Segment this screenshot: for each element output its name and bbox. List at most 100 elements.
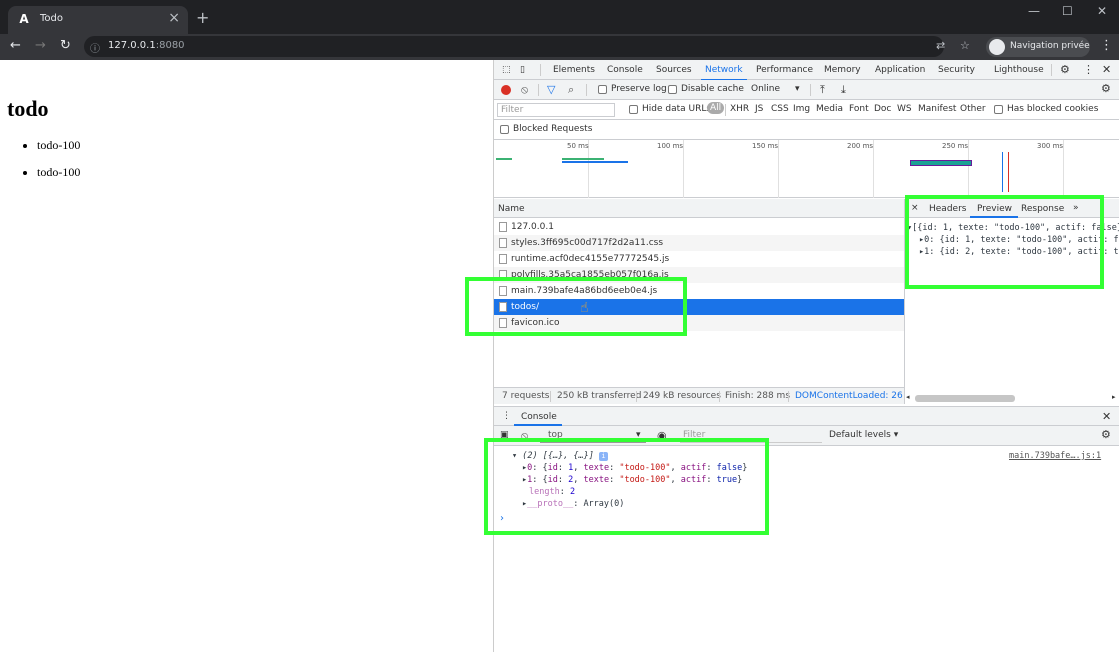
name-column-header[interactable]: Name bbox=[498, 204, 525, 214]
status-transferred: 250 kB transferred bbox=[557, 391, 642, 401]
tab-application[interactable]: Application bbox=[875, 65, 925, 75]
incognito-icon bbox=[989, 39, 1005, 55]
close-drawer-icon[interactable]: ✕ bbox=[1102, 410, 1111, 423]
scroll-left-icon[interactable]: ◂ bbox=[906, 393, 910, 401]
devtools-menu-icon[interactable]: ⋮ bbox=[1083, 63, 1094, 76]
devtools-tabbar: ⬚ ▯ Elements Console Sources Network Per… bbox=[494, 60, 1119, 81]
url-text[interactable]: 127.0.0.1:8080 bbox=[108, 40, 185, 51]
timeline-tick: 200 ms bbox=[847, 142, 874, 150]
filter-type-xhr[interactable]: XHR bbox=[730, 104, 749, 114]
network-status-bar: 7 requests 250 kB transferred 249 kB res… bbox=[494, 387, 904, 404]
tab-security[interactable]: Security bbox=[938, 65, 975, 75]
horizontal-scrollbar[interactable] bbox=[915, 395, 1015, 402]
filter-type-js[interactable]: JS bbox=[755, 104, 763, 114]
source-link[interactable]: main.739bafe….js:1 bbox=[1009, 451, 1101, 461]
status-finish: Finish: 288 ms bbox=[725, 391, 791, 401]
info-icon[interactable]: ⓘ bbox=[90, 40, 102, 55]
log-levels-select[interactable]: Default levels ▾ bbox=[829, 430, 898, 440]
tab-performance[interactable]: Performance bbox=[756, 65, 813, 75]
drawer-tab-console[interactable]: Console bbox=[521, 412, 557, 422]
blocked-requests-bar: Blocked Requests bbox=[494, 120, 1119, 140]
filter-funnel-icon[interactable]: ▽ bbox=[547, 83, 555, 96]
timeline-tick: 300 ms bbox=[1037, 142, 1064, 150]
status-requests: 7 requests bbox=[502, 391, 550, 401]
network-settings-icon[interactable]: ⚙ bbox=[1101, 82, 1111, 95]
inspect-icon[interactable]: ⬚ bbox=[502, 65, 511, 75]
filter-type-font[interactable]: Font bbox=[849, 104, 869, 114]
tab-lighthouse[interactable]: Lighthouse bbox=[994, 65, 1044, 75]
tab-sources[interactable]: Sources bbox=[656, 65, 692, 75]
throttle-select[interactable]: Online bbox=[751, 84, 780, 94]
network-overview-timeline[interactable]: 50 ms 100 ms 150 ms 200 ms 250 ms 300 ms bbox=[494, 140, 1119, 198]
incognito-badge[interactable]: Navigation privée bbox=[986, 37, 1090, 57]
incognito-label: Navigation privée bbox=[1010, 41, 1090, 51]
throttle-chevron-icon[interactable]: ▾ bbox=[795, 84, 800, 94]
hide-data-urls-checkbox[interactable] bbox=[629, 105, 638, 114]
filter-type-img[interactable]: Img bbox=[793, 104, 810, 114]
browser-menu-icon[interactable]: ⋮ bbox=[1100, 38, 1113, 53]
request-row[interactable]: 127.0.0.1 bbox=[494, 219, 904, 235]
todo-item: todo-100 bbox=[37, 165, 80, 180]
tab-elements[interactable]: Elements bbox=[553, 65, 595, 75]
new-tab-button[interactable]: + bbox=[196, 8, 209, 27]
angular-favicon-icon: A bbox=[19, 12, 29, 26]
document-icon bbox=[499, 238, 507, 248]
document-icon bbox=[499, 222, 507, 232]
minimize-icon[interactable]: — bbox=[1028, 4, 1040, 18]
record-icon[interactable] bbox=[501, 85, 511, 95]
tab-title: Todo bbox=[40, 13, 63, 24]
timeline-tick: 250 ms bbox=[942, 142, 969, 150]
todo-list: todo-100 todo-100 bbox=[37, 138, 80, 192]
filter-type-media[interactable]: Media bbox=[816, 104, 843, 114]
hide-data-urls-label: Hide data URLs bbox=[642, 104, 712, 114]
todo-item: todo-100 bbox=[37, 138, 80, 153]
import-har-icon[interactable]: ⤒ bbox=[820, 83, 825, 97]
filter-type-all[interactable]: All bbox=[707, 102, 725, 114]
console-settings-icon[interactable]: ⚙ bbox=[1101, 428, 1111, 441]
timeline-bar bbox=[910, 160, 972, 166]
bookmark-star-icon[interactable]: ☆ bbox=[960, 39, 970, 52]
maximize-icon[interactable]: ☐ bbox=[1062, 4, 1073, 18]
back-button[interactable]: ← bbox=[10, 38, 21, 53]
reload-button[interactable]: ↻ bbox=[60, 38, 71, 53]
request-row[interactable]: styles.3ff695c00d717f2d2a11.css bbox=[494, 235, 904, 251]
filter-type-manifest[interactable]: Manifest bbox=[918, 104, 956, 114]
timeline-bar bbox=[562, 158, 604, 160]
timeline-bar bbox=[562, 161, 628, 163]
tab-network[interactable]: Network bbox=[701, 65, 747, 81]
network-toolbar: ⦸ ▽ ⌕ Preserve log Disable cache Online … bbox=[494, 80, 1119, 100]
filter-type-ws[interactable]: WS bbox=[897, 104, 912, 114]
forward-button[interactable]: → bbox=[35, 38, 46, 53]
filter-type-other[interactable]: Other bbox=[960, 104, 986, 114]
clear-icon[interactable]: ⦸ bbox=[521, 83, 528, 97]
close-devtools-icon[interactable]: ✕ bbox=[1102, 63, 1111, 76]
blocked-requests-checkbox[interactable] bbox=[500, 125, 509, 134]
tab-memory[interactable]: Memory bbox=[824, 65, 861, 75]
preserve-log-checkbox[interactable] bbox=[598, 85, 607, 94]
disable-cache-checkbox[interactable] bbox=[668, 85, 677, 94]
blocked-requests-label: Blocked Requests bbox=[513, 124, 593, 134]
request-list-header[interactable]: Name bbox=[494, 199, 904, 218]
browser-toolbar: ← → ↻ ⓘ 127.0.0.1:8080 ⇄ ☆ Navigation pr… bbox=[0, 34, 1119, 60]
has-blocked-cookies-checkbox[interactable] bbox=[994, 105, 1003, 114]
filter-type-doc[interactable]: Doc bbox=[874, 104, 891, 114]
browser-titlebar: A Todo × + — ☐ ✕ bbox=[0, 0, 1119, 34]
close-window-icon[interactable]: ✕ bbox=[1097, 4, 1107, 18]
request-row[interactable]: runtime.acf0dec4155e77772545.js bbox=[494, 251, 904, 267]
drawer-menu-icon[interactable]: ⋮ bbox=[502, 411, 511, 421]
status-domcontentloaded: DOMContentLoaded: 268 r bbox=[795, 391, 903, 401]
device-toolbar-icon[interactable]: ▯ bbox=[520, 65, 525, 75]
load-marker bbox=[1008, 152, 1009, 192]
tab-console[interactable]: Console bbox=[607, 65, 643, 75]
devtools-panel: ⬚ ▯ Elements Console Sources Network Per… bbox=[493, 60, 1119, 652]
browser-tab[interactable]: A Todo × bbox=[8, 6, 188, 34]
close-tab-icon[interactable]: × bbox=[168, 10, 180, 26]
settings-gear-icon[interactable]: ⚙ bbox=[1060, 63, 1070, 76]
network-filter-input[interactable]: Filter bbox=[497, 103, 615, 117]
address-bar[interactable]: ⓘ 127.0.0.1:8080 bbox=[84, 36, 944, 57]
filter-type-css[interactable]: CSS bbox=[771, 104, 789, 114]
search-icon[interactable]: ⌕ bbox=[568, 83, 574, 97]
translate-icon[interactable]: ⇄ bbox=[936, 39, 945, 52]
export-har-icon[interactable]: ⤓ bbox=[841, 83, 846, 97]
scroll-right-icon[interactable]: ▸ bbox=[1112, 393, 1116, 401]
